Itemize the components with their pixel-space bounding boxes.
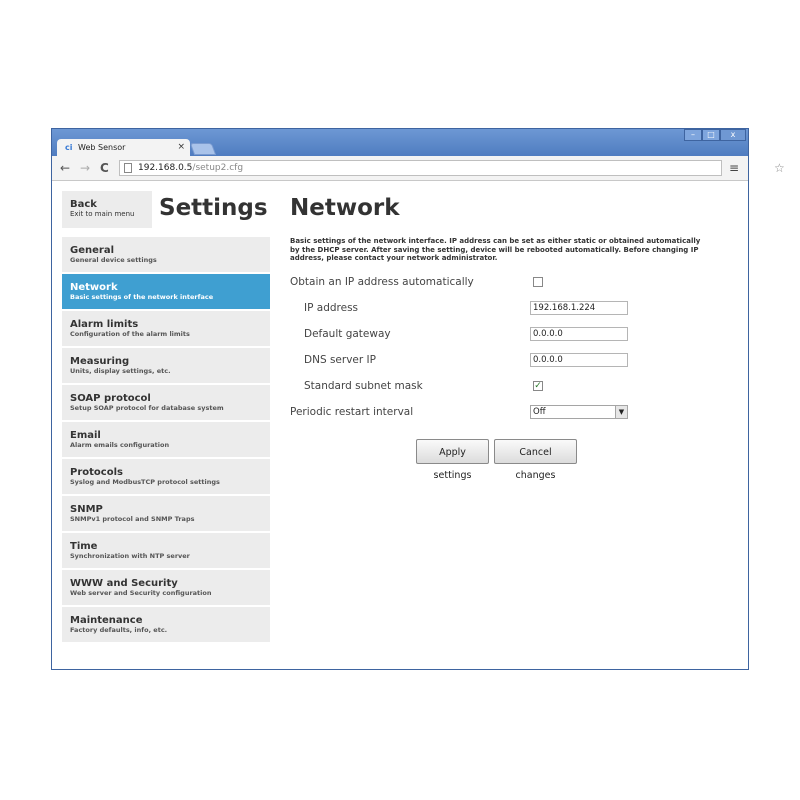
restart-selected-value: Off — [533, 407, 546, 417]
sidebar-item-measuring[interactable]: Measuring Units, display settings, etc. — [62, 348, 270, 383]
sidebar-item-maintenance[interactable]: Maintenance Factory defaults, info, etc. — [62, 607, 270, 642]
dhcp-checkbox[interactable] — [533, 277, 543, 287]
chevron-down-icon[interactable]: ▼ — [615, 406, 627, 418]
sidebar-item-time[interactable]: Time Synchronization with NTP server — [62, 533, 270, 568]
sidebar-item-label: Maintenance — [70, 615, 143, 626]
sidebar-item-label: Network — [70, 282, 118, 293]
dns-server-input[interactable]: 0.0.0.0 — [530, 353, 628, 367]
sidebar-item-sublabel: Alarm emails configuration — [70, 441, 170, 449]
sidebar-item-sublabel: General device settings — [70, 256, 157, 264]
restart-label: Periodic restart interval — [290, 406, 414, 418]
gateway-input[interactable]: 0.0.0.0 — [530, 327, 628, 341]
maximize-button[interactable]: □ — [702, 129, 720, 141]
sidebar-item-label: Alarm limits — [70, 319, 139, 330]
back-sublabel: Exit to main menu — [70, 210, 135, 218]
gateway-label: Default gateway — [304, 328, 391, 340]
sidebar-item-label: Protocols — [70, 467, 123, 478]
sidebar-item-sublabel: Basic settings of the network interface — [70, 293, 214, 301]
subnet-label: Standard subnet mask — [304, 380, 423, 392]
sidebar-item-snmp[interactable]: SNMP SNMPv1 protocol and SNMP Traps — [62, 496, 270, 531]
sidebar-item-label: SOAP protocol — [70, 393, 151, 404]
sidebar-item-sublabel: Units, display settings, etc. — [70, 367, 171, 375]
sidebar-item-network[interactable]: Network Basic settings of the network in… — [62, 274, 270, 309]
sidebar-item-label: WWW and Security — [70, 578, 178, 589]
dhcp-row: Obtain an IP address automatically — [290, 275, 720, 291]
close-window-button[interactable]: x — [720, 129, 746, 141]
site-favicon-icon: ci — [65, 143, 73, 152]
browser-window: ci Web Sensor × – □ x ← → C 192.168.0.5/… — [51, 128, 785, 670]
back-arrow-icon[interactable]: ← — [60, 160, 70, 176]
dns-row: DNS server IP 0.0.0.0 — [290, 353, 720, 369]
back-label: Back — [70, 199, 97, 210]
sidebar-item-www-security[interactable]: WWW and Security Web server and Security… — [62, 570, 270, 605]
address-host: 192.168.0.5 — [138, 163, 193, 173]
forward-arrow-icon[interactable]: → — [80, 160, 90, 176]
title-bar: ci Web Sensor × – □ x — [52, 129, 748, 156]
sidebar-item-soap-protocol[interactable]: SOAP protocol Setup SOAP protocol for da… — [62, 385, 270, 420]
settings-title: Settings — [159, 195, 268, 221]
ip-address-input[interactable]: 192.168.1.224 — [530, 301, 628, 315]
sidebar-item-sublabel: Factory defaults, info, etc. — [70, 626, 168, 634]
bookmark-star-icon[interactable]: ☆ — [774, 161, 785, 175]
page-description: Basic settings of the network interface.… — [290, 237, 701, 262]
sidebar-item-label: SNMP — [70, 504, 103, 515]
address-bar[interactable]: 192.168.0.5/setup2.cfg ☆ — [119, 160, 785, 176]
page-content: Back Exit to main menu Settings General … — [52, 181, 748, 669]
tab-title: Web Sensor — [78, 143, 126, 152]
restart-row: Periodic restart interval Off ▼ — [290, 405, 720, 421]
minimize-button[interactable]: – — [684, 129, 702, 141]
sidebar-item-sublabel: Setup SOAP protocol for database system — [70, 404, 224, 412]
ip-label: IP address — [304, 302, 359, 314]
settings-menu: General General device settings Network … — [62, 237, 270, 644]
sidebar-item-sublabel: Configuration of the alarm limits — [70, 330, 190, 338]
sidebar-item-label: Email — [70, 430, 101, 441]
dhcp-label: Obtain an IP address automatically — [290, 276, 474, 288]
restart-interval-select[interactable]: Off ▼ — [530, 405, 628, 419]
sidebar-item-general[interactable]: General General device settings — [62, 237, 270, 272]
browser-tab[interactable]: ci Web Sensor × — [57, 139, 190, 156]
sidebar-item-label: Measuring — [70, 356, 130, 367]
sidebar-item-protocols[interactable]: Protocols Syslog and ModbusTCP protocol … — [62, 459, 270, 494]
sidebar-item-sublabel: Syslog and ModbusTCP protocol settings — [70, 478, 220, 486]
sidebar-item-sublabel: SNMPv1 protocol and SNMP Traps — [70, 515, 195, 523]
sidebar-item-alarm-limits[interactable]: Alarm limits Configuration of the alarm … — [62, 311, 270, 346]
browser-toolbar: ← → C 192.168.0.5/setup2.cfg ☆ ≡ — [52, 156, 785, 181]
back-button[interactable]: Back Exit to main menu — [62, 191, 152, 228]
sidebar-item-label: Time — [70, 541, 98, 552]
page-icon — [124, 163, 132, 173]
dns-label: DNS server IP — [304, 354, 376, 366]
apply-settings-button[interactable]: Apply settings — [416, 439, 489, 481]
new-tab-button[interactable] — [189, 143, 217, 155]
subnet-row: Standard subnet mask ✓ — [290, 379, 720, 395]
sidebar-item-label: General — [70, 245, 114, 256]
tab-close-icon[interactable]: × — [177, 139, 185, 156]
page-title: Network — [290, 195, 400, 221]
subnet-mask-checkbox[interactable]: ✓ — [533, 381, 543, 391]
gateway-row: Default gateway 0.0.0.0 — [290, 327, 720, 343]
ip-row: IP address 192.168.1.224 — [290, 301, 720, 317]
browser-menu-icon[interactable]: ≡ — [729, 160, 739, 176]
cancel-changes-button[interactable]: Cancel changes — [494, 439, 577, 481]
sidebar-item-email[interactable]: Email Alarm emails configuration — [62, 422, 270, 457]
reload-icon[interactable]: C — [100, 160, 109, 176]
sidebar-item-sublabel: Web server and Security configuration — [70, 589, 212, 597]
sidebar-item-sublabel: Synchronization with NTP server — [70, 552, 190, 560]
address-path: /setup2.cfg — [192, 163, 244, 173]
